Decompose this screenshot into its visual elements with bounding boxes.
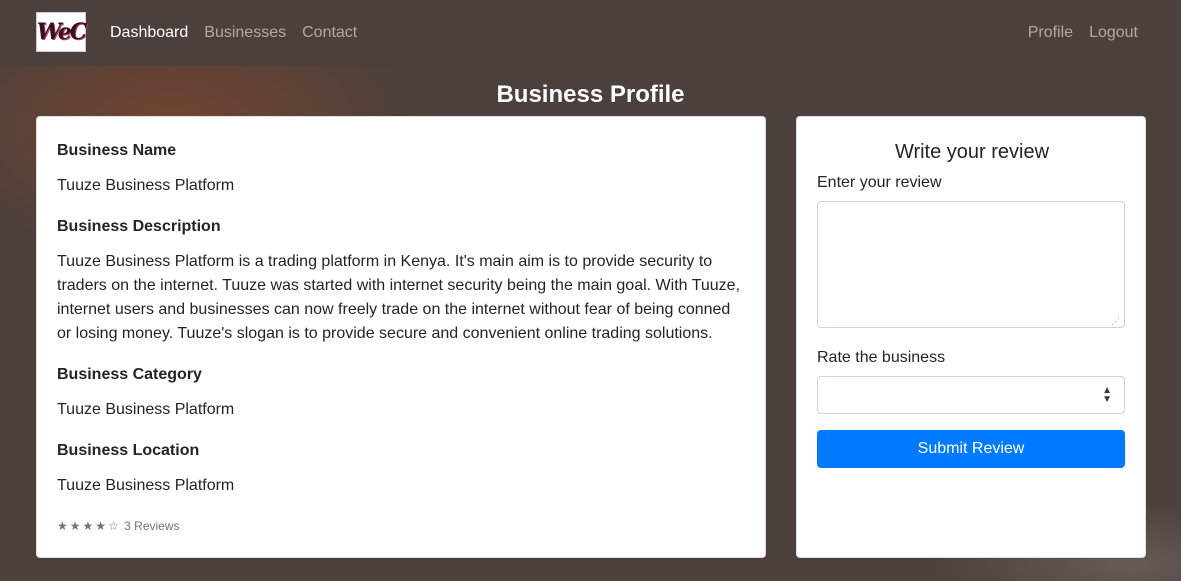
business-description-label: Business Description [57, 218, 221, 235]
logo-text: WeC [36, 19, 87, 45]
rating-stars: ★ ★ ★ ★ ☆ [57, 519, 121, 533]
review-input-label: Enter your review [817, 174, 942, 191]
nav-left: Dashboard Businesses Contact [110, 23, 357, 43]
review-form-title: Write your review [894, 141, 1050, 163]
nav-link-dashboard[interactable]: Dashboard [110, 23, 188, 43]
nav-link-logout[interactable]: Logout [1089, 23, 1138, 43]
star-empty-icon: ☆ [108, 519, 119, 533]
business-name-value: Tuuze Business Platform [57, 177, 235, 194]
nav-link-profile[interactable]: Profile [1028, 23, 1073, 43]
rating-select-label: Rate the business [817, 349, 946, 366]
reviews-count: 3 Reviews [124, 519, 180, 533]
review-form-card: Write your review Enter your review ⋰ Ra… [796, 116, 1146, 558]
business-location-label: Business Location [57, 442, 200, 459]
star-filled-icon: ★ [69, 519, 81, 533]
business-category-value: Tuuze Business Platform [57, 401, 235, 418]
nav-link-contact[interactable]: Contact [302, 23, 357, 43]
business-category-label: Business Category [57, 366, 202, 383]
star-filled-icon: ★ [82, 519, 94, 533]
star-filled-icon: ★ [95, 519, 107, 533]
review-textarea[interactable] [817, 201, 1125, 328]
rating-summary: ★ ★ ★ ★ ☆ 3 Reviews [57, 519, 180, 533]
submit-review-button[interactable]: Submit Review [817, 430, 1125, 468]
star-filled-icon: ★ [57, 519, 68, 533]
nav-link-businesses[interactable]: Businesses [204, 23, 286, 43]
page-title: Business Profile [496, 81, 685, 108]
business-details-card: Business Name Tuuze Business Platform Bu… [36, 116, 766, 558]
rating-select[interactable]: ▲ ▼ [817, 376, 1125, 414]
resize-grip-icon[interactable]: ⋰ [1111, 316, 1121, 326]
business-location-value: Tuuze Business Platform [57, 477, 235, 494]
select-arrow-icon: ▲ ▼ [1102, 385, 1112, 405]
business-description-value: Tuuze Business Platform is a trading pla… [57, 253, 741, 342]
nav-right: Profile Logout [1028, 23, 1138, 43]
navbar: WeC Dashboard Businesses Contact Profile… [0, 0, 1181, 66]
brand-logo[interactable]: WeC [36, 12, 87, 52]
business-name-label: Business Name [57, 142, 177, 159]
